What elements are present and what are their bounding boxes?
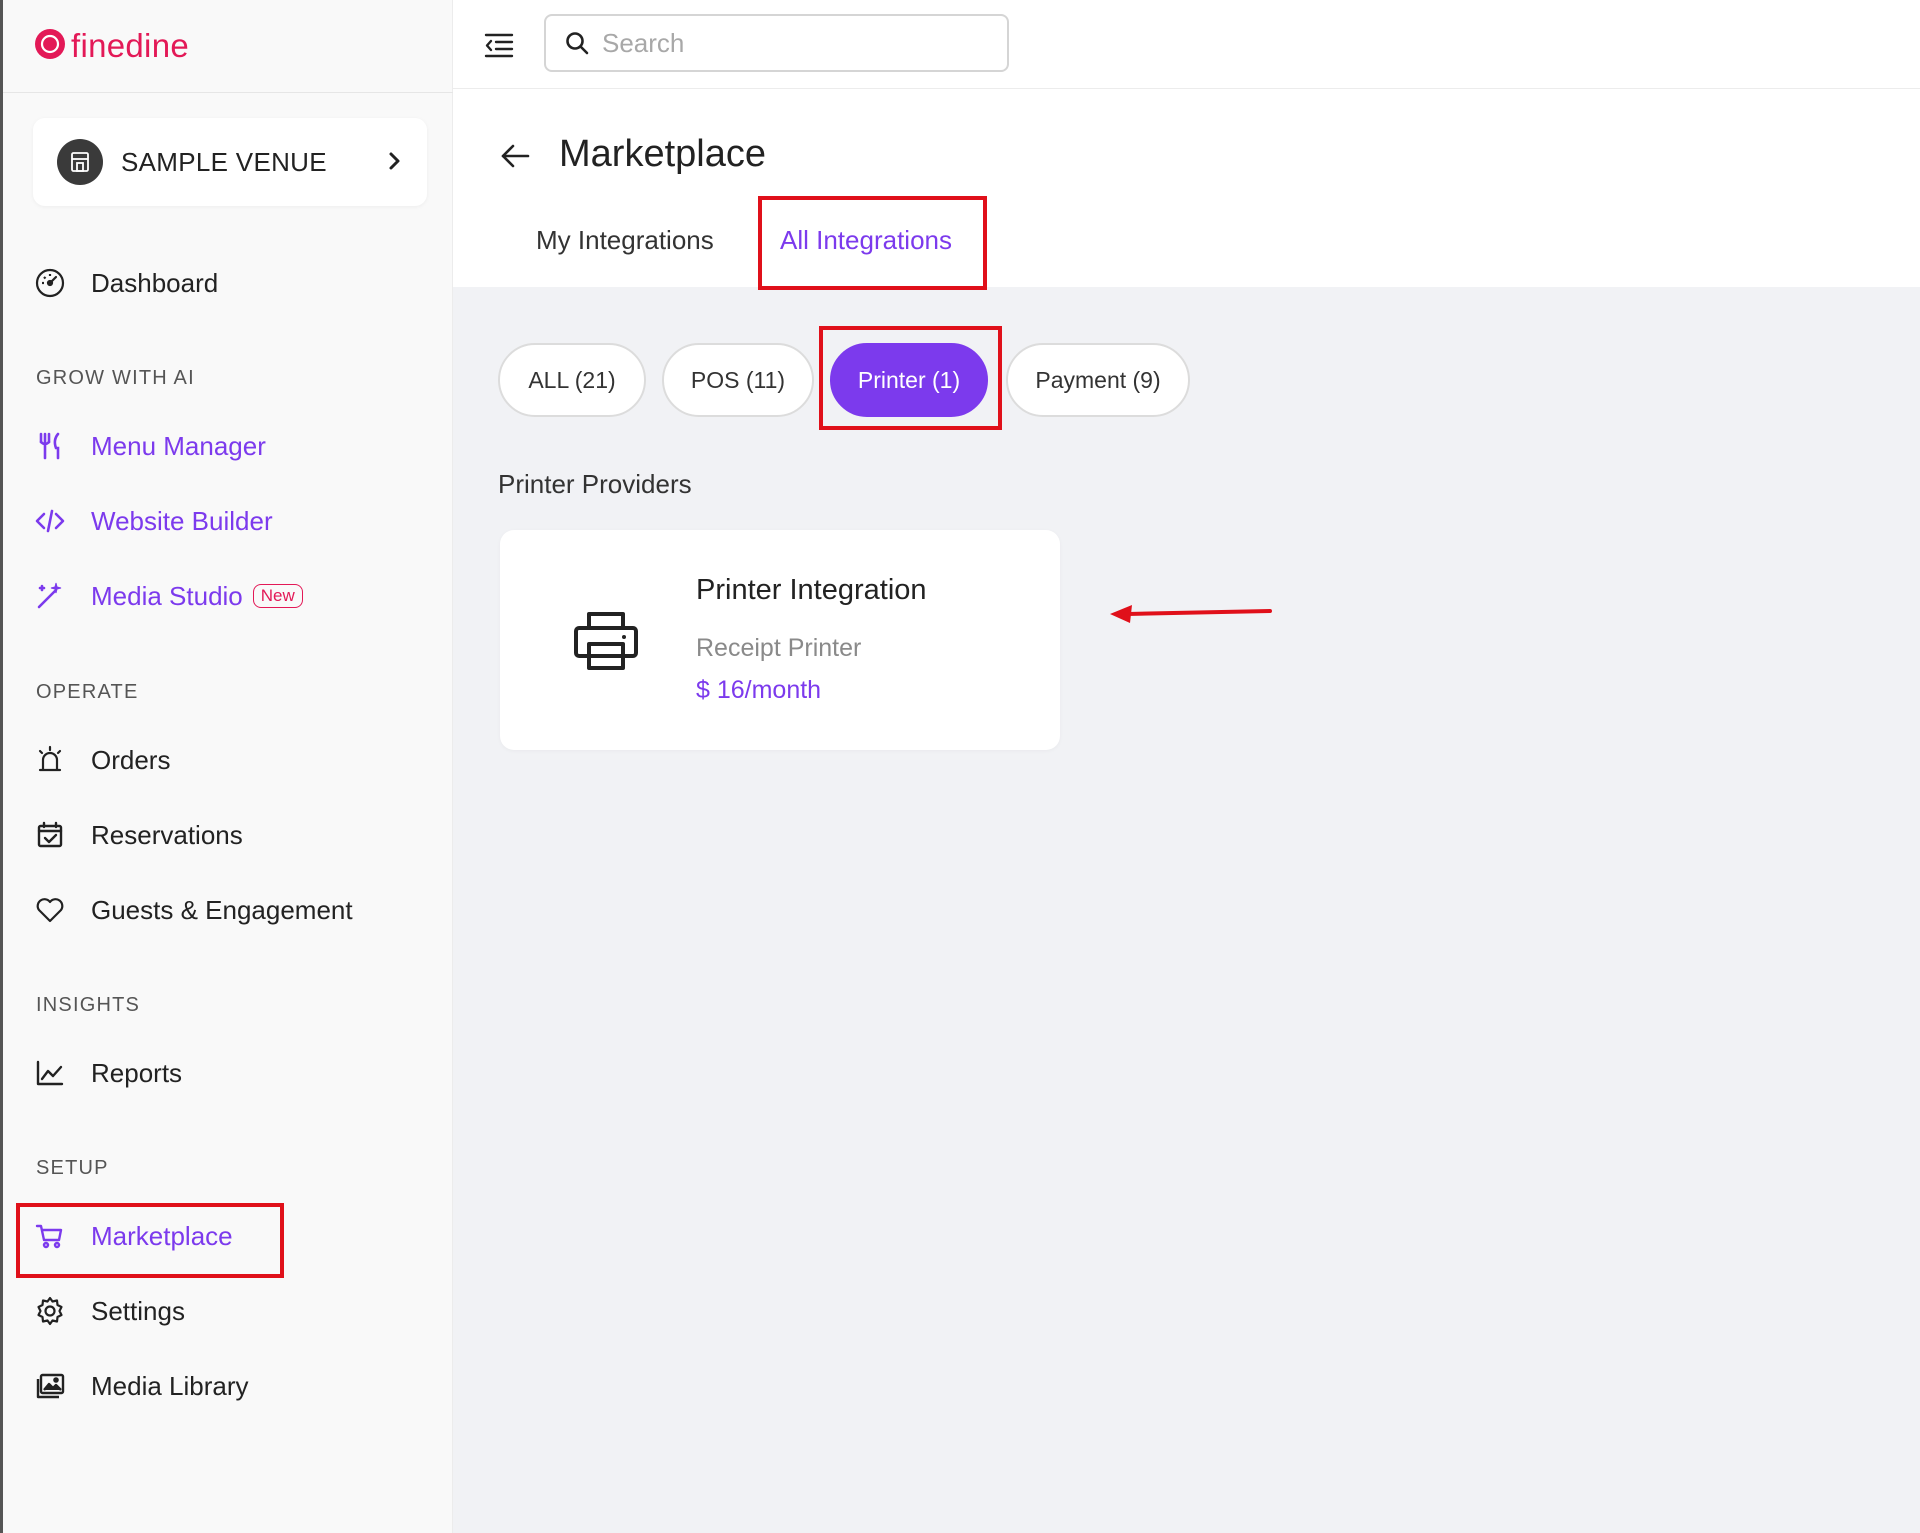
filter-all[interactable]: ALL (21) (498, 343, 646, 417)
highlight-box-printer-filter (819, 326, 1002, 430)
sidebar-item-label: Reservations (91, 819, 243, 850)
menu-collapse-icon (484, 33, 514, 58)
search-input[interactable] (600, 26, 984, 60)
sidebar-item-label: Settings (91, 1295, 185, 1326)
store-icon (71, 152, 89, 172)
sidebar-item-label: Dashboard (91, 267, 219, 298)
sidebar-item-media-library[interactable]: Media Library (31, 1364, 249, 1408)
line-chart-icon (31, 1054, 69, 1092)
page-header (453, 89, 1920, 287)
logo-divider (3, 92, 453, 93)
gear-icon (31, 1292, 69, 1330)
menu-collapse-button[interactable] (480, 26, 518, 64)
sidebar-item-label: Menu Manager (91, 430, 266, 461)
calendar-check-icon (31, 816, 69, 854)
heart-icon (31, 891, 69, 929)
finedine-logo-icon (33, 27, 67, 66)
filter-payment[interactable]: Payment (9) (1006, 343, 1190, 417)
venue-selector[interactable]: SAMPLE VENUE (33, 118, 427, 206)
section-setup: SETUP (36, 1157, 109, 1179)
section-operate: OPERATE (36, 681, 139, 703)
search-icon (564, 30, 590, 56)
printer-icon (572, 610, 640, 677)
page-title: Marketplace (559, 133, 766, 175)
magic-wand-icon (31, 577, 69, 615)
sidebar-item-reports[interactable]: Reports (31, 1051, 182, 1095)
section-insights: INSIGHTS (36, 994, 141, 1016)
sidebar-item-website-builder[interactable]: Website Builder (31, 499, 273, 543)
highlight-box-all-integrations (758, 196, 987, 290)
images-icon (31, 1367, 69, 1405)
filter-pos[interactable]: POS (11) (662, 343, 814, 417)
new-badge: New (252, 584, 303, 608)
venue-avatar (57, 139, 103, 185)
siren-icon (31, 741, 69, 779)
sidebar-item-reservations[interactable]: Reservations (31, 813, 243, 857)
tab-my-integrations[interactable]: My Integrations (536, 225, 714, 256)
section-grow-with-ai: GROW WITH AI (36, 367, 195, 389)
finedine-logo[interactable]: finedine (33, 26, 189, 66)
sidebar-item-media-studio[interactable]: Media Studio New (31, 574, 303, 618)
logo-text: finedine (71, 27, 189, 64)
section-label-printer-providers: Printer Providers (498, 469, 692, 499)
search-box[interactable] (544, 14, 1009, 72)
highlight-box-marketplace (16, 1203, 284, 1278)
sidebar-item-label: Guests & Engagement (91, 894, 353, 925)
sidebar-item-label: Orders (91, 744, 171, 775)
chevron-right-icon (387, 147, 403, 180)
integration-card-printer[interactable]: Printer Integration Receipt Printer $ 16… (500, 530, 1060, 750)
sidebar-item-dashboard[interactable]: Dashboard (31, 261, 218, 305)
sidebar-item-menu-manager[interactable]: Menu Manager (31, 424, 266, 468)
arrow-left-icon (501, 144, 530, 168)
code-icon (31, 502, 69, 540)
fork-knife-icon (31, 427, 69, 465)
sidebar-item-label: Media Studio (91, 580, 243, 611)
sidebar: finedine SAMPLE VENUE Dashboard GROW WIT… (0, 0, 453, 1533)
gauge-icon (31, 264, 69, 302)
sidebar-item-label: Media Library (91, 1370, 249, 1401)
back-button[interactable] (495, 136, 535, 176)
card-subtitle: Receipt Printer (696, 634, 862, 662)
sidebar-item-settings[interactable]: Settings (31, 1289, 185, 1333)
sidebar-item-guests-engagement[interactable]: Guests & Engagement (31, 888, 353, 932)
sidebar-item-label: Reports (91, 1057, 183, 1088)
card-price: $ 16/month (696, 676, 822, 704)
card-title: Printer Integration (696, 574, 927, 606)
sidebar-item-orders[interactable]: Orders (31, 738, 170, 782)
annotation-arrow-icon (1108, 600, 1274, 629)
sidebar-item-label: Website Builder (91, 505, 273, 536)
venue-name: SAMPLE VENUE (121, 146, 327, 177)
